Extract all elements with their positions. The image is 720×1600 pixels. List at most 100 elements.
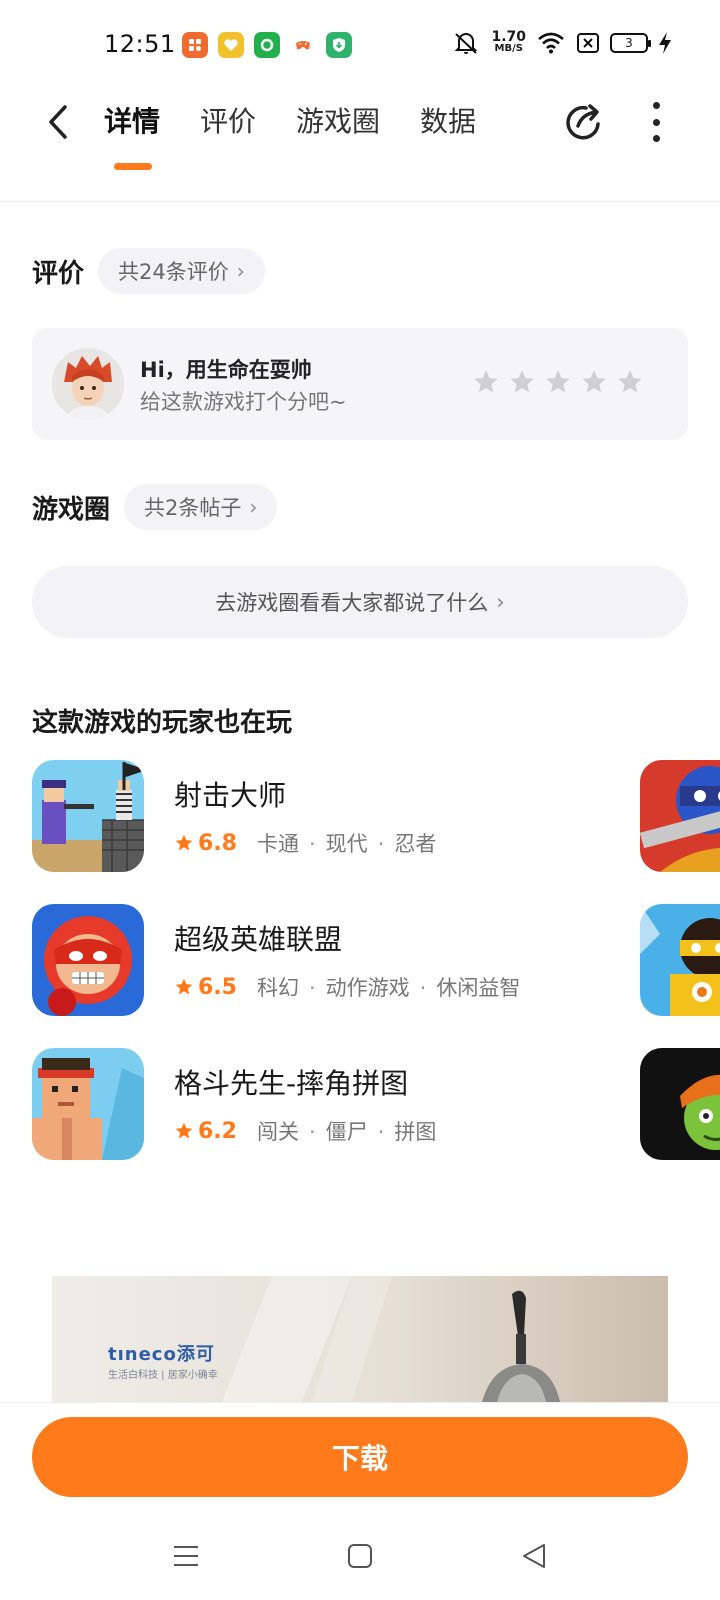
star-icon[interactable]	[472, 368, 500, 396]
download-bar: 下载	[0, 1402, 720, 1502]
more-dot	[652, 102, 660, 109]
app-notification-icon	[182, 32, 208, 58]
star-icon	[175, 834, 193, 851]
rate-hint: 给这款游戏打个分吧~	[140, 390, 347, 414]
game-name: 射击大师	[174, 779, 287, 812]
battery-level: 3	[625, 36, 633, 50]
view-community-button[interactable]: 去游戏圈看看大家都说了什么 ›	[32, 566, 688, 638]
game-tag: 忍者	[368, 828, 436, 858]
ad-brand-logo: tıneco添可	[108, 1344, 215, 1365]
network-speed-value: 1.70	[491, 29, 526, 45]
reviews-count-label: 共24条评价	[118, 260, 229, 284]
star-icon[interactable]	[544, 368, 572, 396]
tab-details-label: 详情	[104, 105, 161, 138]
wifi-icon	[538, 32, 564, 54]
community-title: 游戏圈	[32, 494, 111, 525]
game-tag: 休闲益智	[410, 972, 520, 1002]
status-time: 12:51	[104, 30, 176, 58]
chevron-left-icon	[49, 105, 67, 139]
chevron-right-icon: ›	[236, 259, 245, 283]
game-list-item[interactable]: 射击大师 6.8 卡通 现代 忍者	[32, 760, 642, 872]
game-tag: 僵尸	[299, 1116, 368, 1146]
game-icon-next-column[interactable]	[640, 904, 720, 1016]
share-button[interactable]	[562, 100, 606, 144]
system-navigation-bar	[0, 1502, 720, 1600]
battery-icon: 3	[610, 33, 651, 53]
back-button[interactable]	[40, 100, 76, 144]
avatar	[52, 348, 124, 420]
tab-reviews[interactable]: 评价	[200, 98, 256, 146]
user-greeting: Hi，用生命在耍帅	[140, 358, 312, 382]
ring-notification-icon	[254, 32, 280, 58]
system-status-icons: 1.70 MB/S 3	[451, 30, 672, 56]
game-rating: 6.5	[198, 974, 237, 1000]
charging-bolt-icon	[659, 32, 671, 54]
game-rating: 6.2	[198, 1118, 237, 1144]
ad-banner[interactable]: tıneco添可 生活白科技 | 居家小确幸	[52, 1276, 668, 1402]
download-button[interactable]: 下载	[32, 1417, 688, 1497]
tab-data[interactable]: 数据	[420, 98, 476, 146]
reviews-title: 评价	[32, 258, 85, 289]
game-icon-shooting-master	[32, 760, 144, 872]
ad-tagline: 生活白科技 | 居家小确幸	[108, 1370, 218, 1381]
star-icon	[175, 978, 193, 995]
tab-data-label: 数据	[420, 105, 477, 138]
game-icon-next-column[interactable]	[640, 760, 720, 872]
game-rating: 6.8	[198, 830, 237, 856]
reviews-section-header: 评价 共24条评价 ›	[32, 248, 265, 294]
network-speed: 1.70 MB/S	[491, 29, 526, 55]
game-name: 超级英雄联盟	[174, 923, 343, 956]
rating-stars	[472, 368, 644, 396]
more-dot	[652, 135, 660, 142]
gamepad-notification-icon	[290, 32, 316, 58]
reviews-count-pill[interactable]: 共24条评价 ›	[98, 248, 265, 294]
active-tab-indicator	[114, 163, 152, 170]
game-tag: 现代	[299, 828, 368, 858]
star-icon	[175, 1122, 193, 1139]
tab-community[interactable]: 游戏圈	[296, 98, 380, 146]
mute-bell-icon	[455, 33, 478, 54]
game-tag: 科幻	[256, 976, 299, 1000]
game-tag: 动作游戏	[299, 972, 410, 1002]
star-icon[interactable]	[616, 368, 644, 396]
heart-notification-icon	[218, 32, 244, 58]
rate-game-card[interactable]: Hi，用生命在耍帅 给这款游戏打个分吧~	[32, 328, 688, 440]
no-sim-icon	[577, 33, 599, 53]
menu-icon[interactable]	[170, 1540, 202, 1572]
game-icon-next-column[interactable]	[640, 1048, 720, 1160]
game-list-item[interactable]: 格斗先生-摔角拼图 6.2 闯关 僵尸 拼图	[32, 1048, 642, 1160]
community-count-label: 共2条帖子	[144, 496, 242, 520]
status-bar: 12:51 1.70 MB/S 3	[0, 0, 720, 90]
download-label: 下载	[331, 1442, 388, 1475]
community-count-pill[interactable]: 共2条帖子 ›	[124, 484, 278, 530]
ad-product-image	[222, 1276, 560, 1402]
tab-reviews-label: 评价	[200, 105, 257, 138]
game-meta: 6.5 科幻 动作游戏 休闲益智	[174, 972, 520, 1002]
game-tag: 闯关	[256, 1120, 299, 1144]
back-triangle-icon[interactable]	[518, 1540, 550, 1572]
tab-details[interactable]: 详情	[104, 98, 161, 170]
community-section-header: 游戏圈 共2条帖子 ›	[32, 484, 278, 530]
shield-notification-icon	[326, 32, 352, 58]
game-list-item[interactable]: 超级英雄联盟 6.5 科幻 动作游戏 休闲益智	[32, 904, 642, 1016]
also-playing-title: 这款游戏的玩家也在玩	[32, 708, 293, 738]
game-name: 格斗先生-摔角拼图	[174, 1067, 409, 1100]
game-meta: 6.2 闯关 僵尸 拼图	[174, 1116, 436, 1146]
game-tag: 拼图	[368, 1116, 436, 1146]
star-icon[interactable]	[508, 368, 536, 396]
view-community-label: 去游戏圈看看大家都说了什么	[215, 591, 489, 615]
game-icon-mr-fighter	[32, 1048, 144, 1160]
network-speed-unit: MB/S	[494, 43, 523, 54]
home-icon[interactable]	[344, 1540, 376, 1572]
chevron-right-icon: ›	[249, 495, 258, 519]
detail-nav-header: 详情 评价 游戏圈 数据	[0, 90, 720, 202]
share-icon	[566, 104, 600, 140]
game-tag: 卡通	[256, 832, 299, 856]
more-dot	[652, 118, 660, 126]
game-icon-super-hero-league	[32, 904, 144, 1016]
chevron-right-icon: ›	[496, 590, 505, 614]
notification-icons	[182, 32, 352, 58]
more-options-button[interactable]	[646, 98, 666, 146]
tab-bar: 详情 评价 游戏圈 数据	[104, 98, 476, 170]
star-icon[interactable]	[580, 368, 608, 396]
